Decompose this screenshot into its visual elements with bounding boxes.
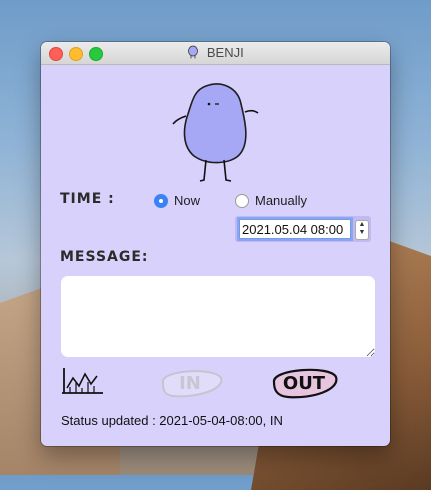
out-button-label: OUT [283, 373, 326, 394]
radio-manually-label: Manually [255, 193, 308, 208]
radio-now-indicator[interactable] [154, 193, 168, 208]
stepper-down-icon[interactable]: ▼ [359, 229, 366, 236]
datetime-field[interactable]: 2021.05.04 08:00 [239, 219, 351, 239]
in-button-label: IN [179, 373, 201, 394]
radio-now-label: Now [174, 193, 201, 208]
benji-mascot-icon [172, 83, 259, 182]
stepper-up-icon[interactable]: ▲ [359, 221, 366, 228]
app-window: BENJI TIME : Now Manually 2021.05.04 08:… [41, 42, 390, 446]
in-button[interactable]: IN [155, 364, 225, 400]
time-label: TIME : [60, 191, 115, 207]
datetime-stepper[interactable]: ▲ ▼ [355, 220, 369, 240]
radio-manually[interactable]: Manually [235, 193, 307, 208]
out-button[interactable]: OUT [268, 363, 340, 401]
window-title: BENJI [206, 45, 244, 60]
radio-manually-indicator[interactable] [235, 193, 249, 208]
chart-icon[interactable] [61, 366, 105, 396]
radio-now[interactable]: Now [154, 193, 200, 208]
benji-icon [188, 45, 199, 59]
title-bar[interactable]: BENJI [41, 42, 390, 65]
datetime-picker: 2021.05.04 08:00 ▲ ▼ [235, 216, 371, 242]
message-input[interactable] [61, 276, 375, 357]
message-label: MESSAGE: [60, 249, 149, 265]
status-text: Status updated : 2021-05-04-08:00, IN [61, 413, 283, 428]
